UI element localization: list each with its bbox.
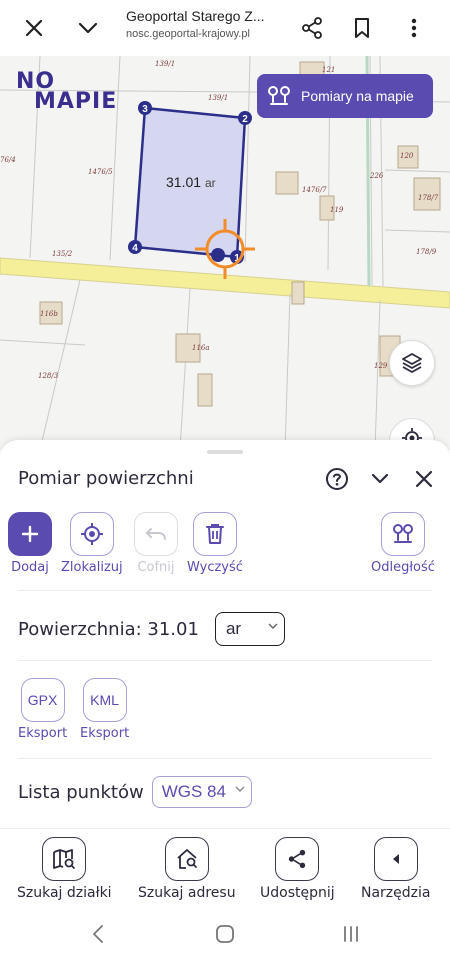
area-row: Powierzchnia: 31.01 ar: [18, 612, 285, 646]
svg-text:1476/7: 1476/7: [302, 186, 327, 194]
svg-text:139/1: 139/1: [208, 94, 228, 102]
add-point-label: Dodaj: [11, 560, 49, 575]
distance-pins-icon: [380, 512, 425, 556]
export-kml-label: Eksport: [80, 726, 130, 741]
share-icon[interactable]: [296, 12, 328, 44]
measure-pins-icon: [267, 84, 291, 108]
svg-text:178/7: 178/7: [418, 194, 439, 202]
svg-text:129: 129: [374, 362, 388, 370]
gpx-badge: GPX: [20, 678, 65, 722]
clear-label: Wyczyść: [187, 560, 243, 575]
map-view[interactable]: 3 2 4 1 139/1 139/1 121 1476/5 226 120 1…: [0, 56, 450, 450]
export-gpx-label: Eksport: [18, 726, 68, 741]
measure-panel: Pomiar powierzchni Dodaj Zlokalizuj Cofn…: [0, 440, 450, 828]
collapse-chevron-icon[interactable]: [367, 466, 393, 492]
system-navigation-bar: [0, 908, 450, 960]
unit-select[interactable]: ar: [214, 612, 285, 646]
points-list-row: Lista punktów WGS 84: [18, 776, 252, 808]
logo-line-2: MAPIE: [34, 89, 118, 114]
page-url: nosc.geoportal-krajowy.pl: [126, 28, 250, 40]
home-icon[interactable]: [213, 922, 237, 946]
svg-text:139/1: 139/1: [155, 60, 175, 68]
chevron-down-icon: [268, 621, 278, 633]
nav-search-parcel[interactable]: Szukaj działki: [17, 837, 112, 901]
divider: [18, 758, 432, 759]
bookmark-icon[interactable]: [346, 12, 378, 44]
export-gpx-button[interactable]: GPX Eksport: [18, 678, 67, 741]
page-title: Geoportal Starego Z...: [126, 8, 265, 24]
svg-text:135/2: 135/2: [52, 250, 73, 258]
export-kml-button[interactable]: KML Eksport: [80, 678, 129, 741]
map-area-unit: ar: [204, 176, 216, 190]
add-point-button[interactable]: Dodaj: [8, 512, 52, 575]
crs-select-value: WGS 84: [161, 782, 226, 801]
app-logo: NO MAPIE: [16, 71, 118, 114]
svg-text:128/3: 128/3: [38, 372, 59, 380]
close-icon[interactable]: [18, 12, 50, 44]
locate-icon: [69, 512, 114, 556]
share-icon: [275, 837, 320, 881]
nav-share[interactable]: Udostępnij: [260, 837, 335, 901]
points-list-label: Lista punktów: [18, 781, 144, 803]
clear-button[interactable]: Wyczyść: [187, 512, 243, 575]
map-search-icon: [42, 837, 87, 881]
page-title-block[interactable]: Geoportal Starego Z... nosc.geoportal-kr…: [126, 8, 286, 40]
measure-on-map-button[interactable]: Pomiary na mapie: [257, 74, 433, 118]
svg-text:121: 121: [322, 66, 335, 74]
divider: [18, 590, 432, 591]
nav-share-label: Udostępnij: [260, 885, 335, 901]
browser-toolbar: Geoportal Starego Z... nosc.geoportal-kr…: [0, 0, 450, 56]
svg-text:116a: 116a: [192, 344, 210, 352]
nav-tools-label: Narzędzia: [361, 885, 431, 901]
svg-text:119: 119: [330, 206, 344, 214]
bottom-navigation: Szukaj działki Szukaj adresu Udostępnij …: [0, 828, 450, 908]
recent-apps-icon[interactable]: [339, 922, 363, 946]
plus-icon: [8, 512, 52, 556]
nav-tools[interactable]: Narzędzia: [361, 837, 430, 901]
svg-text:116b: 116b: [40, 310, 58, 318]
panel-title: Pomiar powierzchni: [18, 468, 194, 489]
more-vert-icon[interactable]: [398, 12, 430, 44]
distance-button[interactable]: Odległość: [371, 512, 435, 575]
home-search-icon: [164, 837, 209, 881]
svg-text:2: 2: [242, 114, 248, 125]
undo-label: Cofnij: [137, 560, 175, 575]
chevron-down-icon[interactable]: [72, 12, 104, 44]
trash-icon: [192, 512, 237, 556]
svg-text:76/4: 76/4: [0, 156, 16, 164]
svg-text:226: 226: [369, 172, 384, 180]
nav-search-address-label: Szukaj adresu: [138, 885, 236, 901]
undo-icon: [134, 512, 178, 556]
crs-select[interactable]: WGS 84: [151, 776, 252, 808]
nav-search-address[interactable]: Szukaj adresu: [138, 837, 236, 901]
layers-icon: [402, 353, 422, 373]
locate-label: Zlokalizuj: [61, 560, 123, 575]
locate-button[interactable]: Zlokalizuj: [61, 512, 123, 575]
nav-search-parcel-label: Szukaj działki: [17, 885, 112, 901]
area-result-text: Powierzchnia: 31.01: [18, 618, 199, 640]
drag-handle[interactable]: [207, 450, 243, 454]
undo-button[interactable]: Cofnij: [134, 512, 178, 575]
svg-text:4: 4: [132, 243, 138, 254]
distance-label: Odległość: [371, 560, 435, 575]
layers-button[interactable]: [389, 340, 435, 386]
svg-text:1476/5: 1476/5: [88, 168, 113, 176]
map-area-label: 31.01 ar: [166, 174, 216, 190]
map-area-value: 31.01: [166, 174, 202, 190]
divider: [18, 660, 432, 661]
svg-text:120: 120: [400, 152, 414, 160]
help-icon[interactable]: [324, 466, 350, 492]
chevron-down-icon: [235, 784, 245, 796]
svg-text:178/9: 178/9: [416, 248, 437, 256]
kml-badge: KML: [82, 678, 127, 722]
close-panel-icon[interactable]: [411, 466, 437, 492]
unit-select-value: ar: [225, 619, 242, 638]
measure-on-map-label: Pomiary na mapie: [301, 88, 414, 104]
back-icon[interactable]: [86, 922, 110, 946]
svg-text:3: 3: [142, 104, 148, 115]
chevron-left-icon: [373, 837, 418, 881]
